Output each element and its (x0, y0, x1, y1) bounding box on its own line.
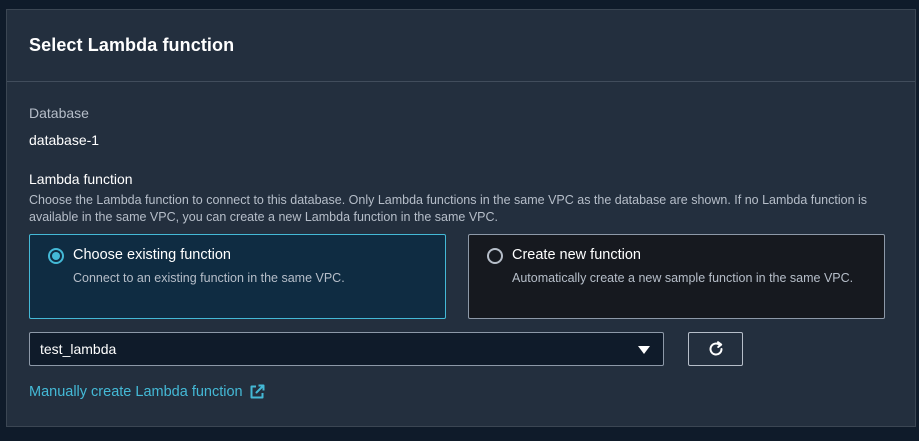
select-value: test_lambda (40, 341, 117, 357)
create-new-radio[interactable] (487, 248, 503, 264)
database-value: database-1 (29, 132, 100, 148)
create-new-title: Create new function (512, 247, 641, 263)
refresh-icon (709, 341, 723, 356)
lambda-function-label: Lambda function (29, 171, 133, 187)
select-lambda-panel: Select Lambda function Database database… (6, 9, 916, 427)
external-link-icon (250, 384, 265, 399)
panel-title: Select Lambda function (29, 35, 235, 55)
manually-create-lambda-link[interactable]: Manually create Lambda function (29, 384, 265, 400)
refresh-button[interactable] (688, 332, 743, 366)
database-label: Database (29, 105, 89, 121)
choose-existing-radio[interactable] (48, 248, 64, 264)
create-new-description: Automatically create a new sample functi… (512, 271, 854, 285)
lambda-function-select[interactable]: test_lambda (29, 332, 664, 366)
lambda-function-description: Choose the Lambda function to connect to… (29, 193, 868, 224)
panel-header: Select Lambda function (7, 10, 915, 82)
caret-down-icon (638, 346, 650, 354)
choose-existing-title: Choose existing function (73, 247, 231, 263)
create-new-function-tile[interactable]: Create new function Automatically create… (468, 234, 885, 319)
manually-create-lambda-label: Manually create Lambda function (29, 384, 243, 400)
choose-existing-description: Connect to an existing function in the s… (73, 271, 345, 285)
choose-existing-function-tile[interactable]: Choose existing function Connect to an e… (29, 234, 446, 319)
